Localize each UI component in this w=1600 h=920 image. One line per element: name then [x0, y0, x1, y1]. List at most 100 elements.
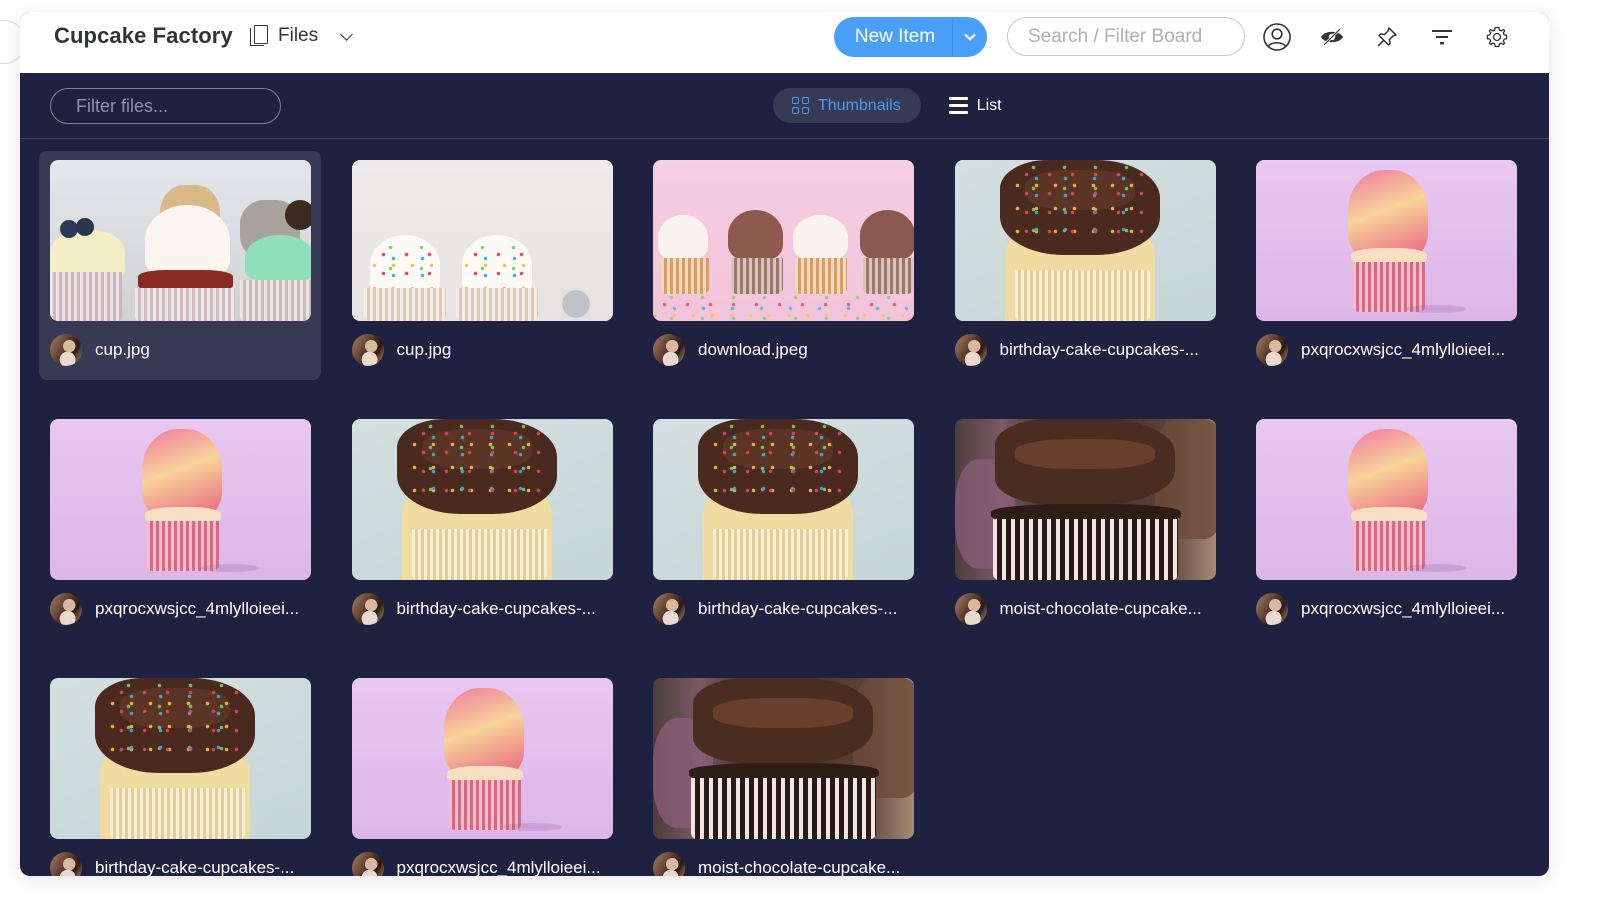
pin-icon: [1377, 27, 1397, 47]
thumbnail-art: [713, 424, 843, 494]
uploader-avatar[interactable]: [653, 334, 685, 366]
file-thumbnail[interactable]: [50, 160, 311, 321]
file-card[interactable]: pxqrocxwsjcc_4mlylloieei...: [1245, 151, 1527, 380]
uploader-avatar[interactable]: [1256, 334, 1288, 366]
thumbnail-art: [110, 788, 245, 839]
file-thumbnail[interactable]: [351, 419, 613, 580]
uploader-avatar[interactable]: [351, 852, 384, 876]
file-thumbnail[interactable]: [1256, 419, 1517, 580]
file-meta: pxqrocxwsjcc_4mlylloieei...: [351, 852, 613, 876]
sort-filter-button[interactable]: [1425, 20, 1459, 54]
file-card[interactable]: cup.jpg: [39, 151, 321, 380]
thumbnail-art: [135, 288, 235, 321]
file-name: cup.jpg: [396, 340, 452, 359]
thumbnail-art: [1348, 170, 1428, 260]
thumbnail-art: [1014, 270, 1150, 321]
thumbnail-art: [793, 215, 848, 260]
file-card[interactable]: pxqrocxwsjcc_4mlylloieei...: [341, 669, 623, 876]
thumbnail-art: [863, 258, 913, 294]
file-thumbnail[interactable]: [1256, 160, 1517, 321]
thumbnail-art: [1406, 305, 1466, 313]
file-name: pxqrocxwsjcc_4mlylloieei...: [1301, 599, 1506, 618]
file-card[interactable]: birthday-cake-cupcakes-...: [39, 669, 321, 876]
thumbnail-art: [661, 258, 709, 294]
file-thumbnail[interactable]: [954, 419, 1216, 580]
thumbnail-art: [731, 258, 783, 294]
view-toggle: Thumbnails List: [773, 88, 1022, 123]
file-thumbnail[interactable]: [351, 678, 613, 839]
thumbnail-art: [1014, 439, 1155, 469]
thumbnail-art: [285, 200, 311, 230]
pin-button[interactable]: [1370, 20, 1404, 54]
file-card[interactable]: download.jpeg: [642, 151, 924, 380]
file-thumbnail[interactable]: [653, 419, 914, 580]
file-thumbnail[interactable]: [50, 419, 311, 580]
file-thumbnail[interactable]: [653, 678, 914, 839]
file-meta: moist-chocolate-cupcake...: [653, 852, 914, 876]
uploader-avatar[interactable]: [351, 593, 384, 625]
list-icon: [948, 97, 968, 114]
view-selector[interactable]: Files: [250, 22, 353, 50]
file-thumbnail[interactable]: [50, 678, 311, 839]
thumbnail-art: [728, 210, 783, 260]
thumbnail-art: [691, 778, 876, 839]
chevron-down-icon: [340, 27, 353, 41]
file-meta: moist-chocolate-cupcake...: [954, 593, 1216, 625]
thumbnail-art: [1348, 429, 1428, 519]
file-meta: download.jpeg: [653, 334, 914, 366]
uploader-avatar[interactable]: [50, 334, 82, 366]
filter-files-input[interactable]: [50, 88, 281, 124]
uploader-avatar[interactable]: [1256, 593, 1288, 625]
uploader-avatar[interactable]: [653, 593, 685, 625]
list-view-label: List: [976, 96, 1002, 114]
thumbnail-art: [245, 235, 311, 280]
file-meta: pxqrocxwsjcc_4mlylloieei...: [50, 593, 311, 625]
person-filter-button[interactable]: [1260, 20, 1294, 54]
thumbnail-art: [363, 288, 446, 321]
thumbnails-view-button[interactable]: Thumbnails: [773, 88, 921, 123]
thumbnail-art: [561, 290, 590, 318]
files-toolbar: Thumbnails List: [20, 73, 1549, 139]
hide-columns-button[interactable]: [1315, 20, 1349, 54]
thumbnail-art: [1014, 165, 1145, 235]
uploader-avatar[interactable]: [954, 593, 987, 625]
thumbnail-art: [411, 529, 547, 580]
uploader-avatar[interactable]: [954, 334, 987, 366]
thumbnail-art: [147, 521, 219, 571]
thumbnail-art: [411, 424, 542, 494]
thumbnail-art: [448, 780, 521, 830]
uploader-avatar[interactable]: [50, 593, 82, 625]
new-item-dropdown-button[interactable]: [952, 17, 987, 57]
file-name: birthday-cake-cupcakes-...: [396, 599, 596, 618]
file-thumbnail[interactable]: [653, 160, 914, 321]
file-card[interactable]: birthday-cake-cupcakes-...: [642, 410, 924, 639]
file-name: birthday-cake-cupcakes-...: [999, 340, 1199, 359]
file-card[interactable]: moist-chocolate-cupcake...: [642, 669, 924, 876]
file-name: pxqrocxwsjcc_4mlylloieei...: [1301, 340, 1506, 359]
file-thumbnail[interactable]: [954, 160, 1216, 321]
file-grid: cup.jpg cup.jpg download.jpeg birthday-c…: [39, 151, 1529, 876]
settings-button[interactable]: [1480, 20, 1514, 54]
search-board-input[interactable]: [1007, 17, 1245, 56]
uploader-avatar[interactable]: [50, 852, 82, 876]
board-header: Cupcake Factory Files New Item: [20, 12, 1549, 73]
file-name: pxqrocxwsjcc_4mlylloieei...: [95, 599, 300, 618]
thumbnail-art: [1353, 521, 1425, 571]
uploader-avatar[interactable]: [653, 852, 685, 876]
uploader-avatar[interactable]: [351, 334, 384, 366]
new-item-button[interactable]: New Item: [834, 17, 952, 57]
file-thumbnail[interactable]: [351, 160, 613, 321]
file-card[interactable]: pxqrocxwsjcc_4mlylloieei...: [39, 410, 321, 639]
file-card[interactable]: pxqrocxwsjcc_4mlylloieei...: [1245, 410, 1527, 639]
file-card[interactable]: cup.jpg: [341, 151, 623, 380]
chevron-down-icon: [964, 29, 976, 41]
thumbnail-art: [240, 280, 311, 321]
filter-icon: [1432, 30, 1452, 45]
file-name: pxqrocxwsjcc_4mlylloieei...: [396, 858, 601, 876]
list-view-button[interactable]: List: [945, 88, 1022, 123]
file-card[interactable]: moist-chocolate-cupcake...: [944, 410, 1226, 639]
file-card[interactable]: birthday-cake-cupcakes-...: [944, 151, 1226, 380]
file-card[interactable]: birthday-cake-cupcakes-...: [341, 410, 623, 639]
thumbnail-art: [145, 205, 230, 275]
board-title[interactable]: Cupcake Factory: [54, 22, 233, 50]
